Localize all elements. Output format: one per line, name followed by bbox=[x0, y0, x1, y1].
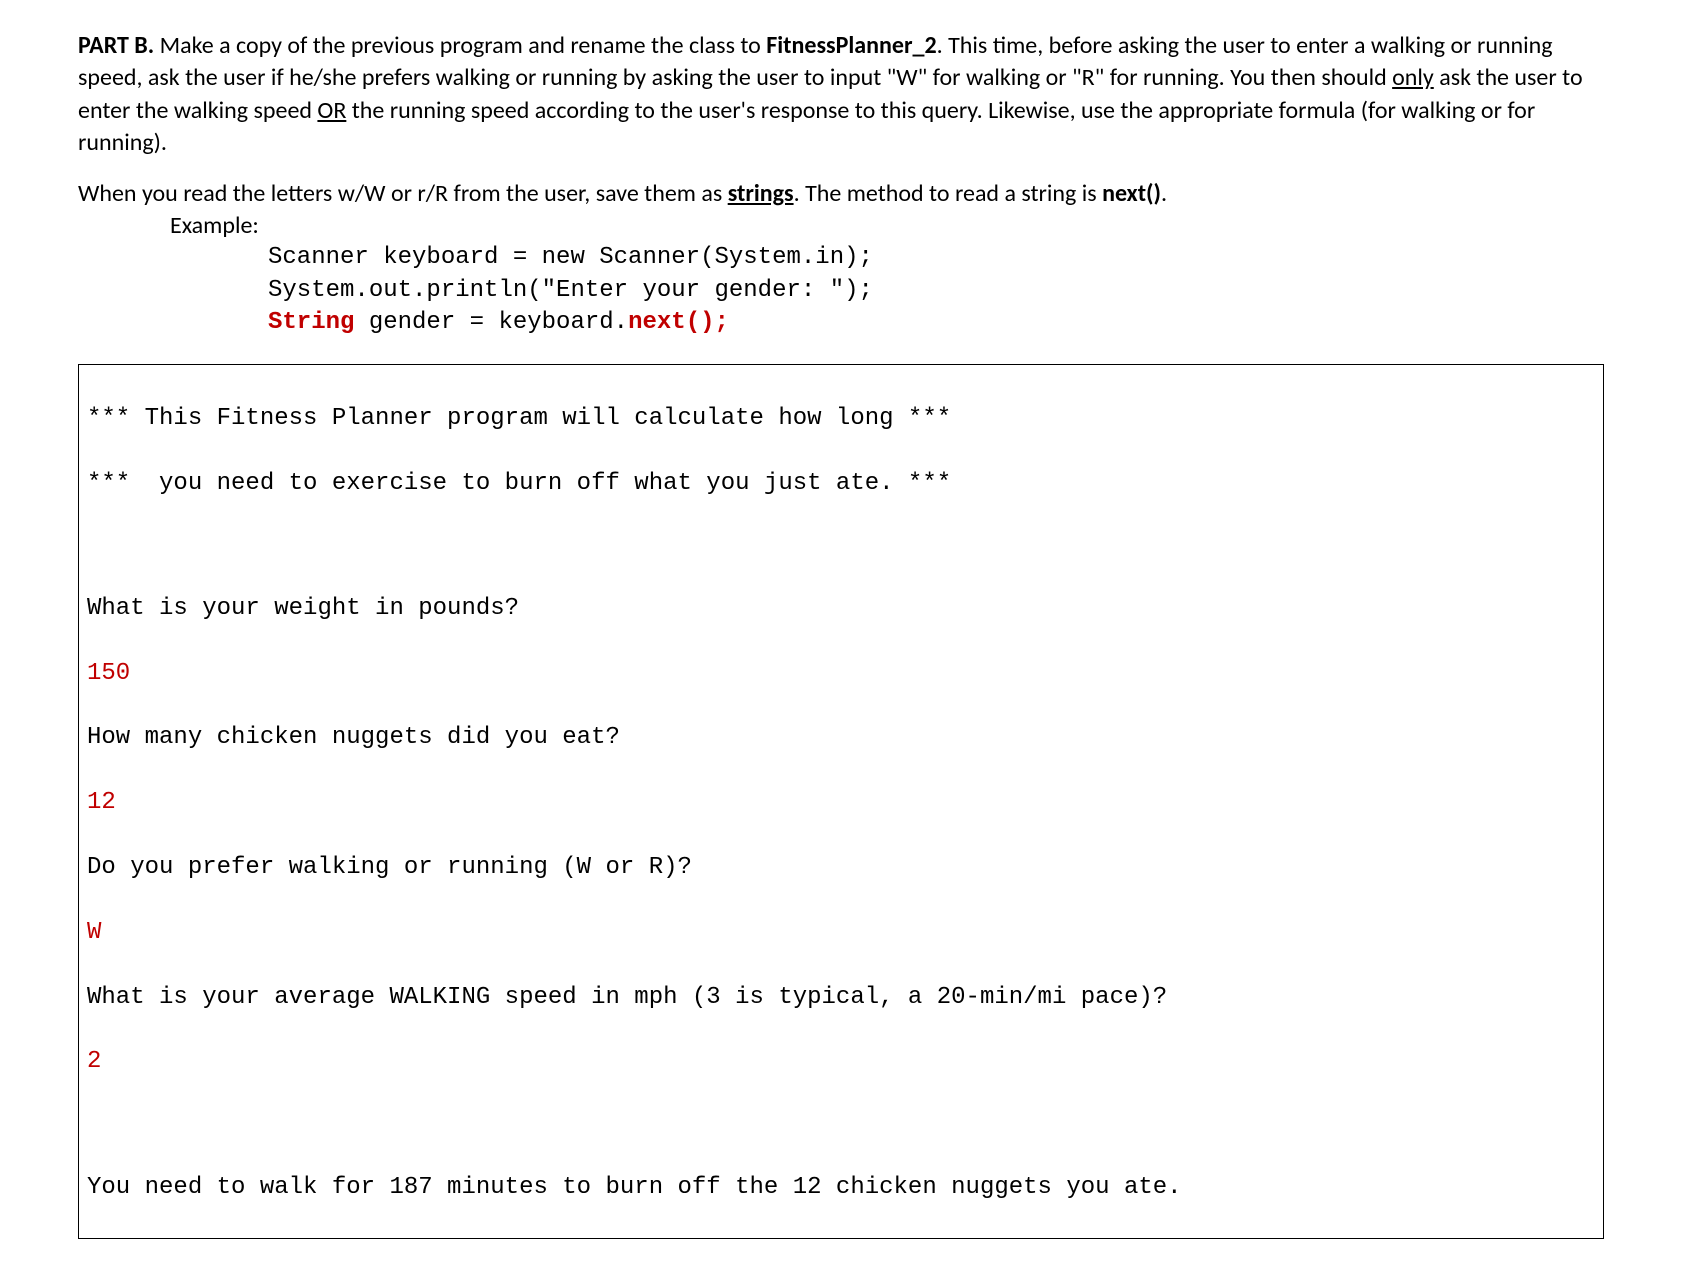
paragraph-2: When you read the letters w/W or r/R fro… bbox=[78, 178, 1604, 340]
next-word: next() bbox=[1102, 179, 1161, 208]
code-line-2: System.out.println("Enter your gender: "… bbox=[268, 275, 1604, 307]
part-label: PART B. bbox=[78, 31, 160, 60]
code-next-call: next(); bbox=[628, 309, 729, 336]
output-blank-1 bbox=[87, 532, 1595, 560]
class-name: FitnessPlanner_2 bbox=[766, 31, 936, 60]
para2-text1: When you read the letters w/W or r/R fro… bbox=[78, 179, 728, 208]
example-label: Example: bbox=[170, 210, 1604, 242]
output-line-2: *** you need to exercise to burn off wha… bbox=[87, 468, 1595, 500]
output-input-2: 12 bbox=[87, 787, 1595, 819]
output-line-4: How many chicken nuggets did you eat? bbox=[87, 722, 1595, 754]
output-input-3: W bbox=[87, 917, 1595, 949]
code-string-keyword: String bbox=[268, 309, 354, 336]
code-line-3b: gender = keyboard. bbox=[354, 309, 628, 336]
para2-text3: . bbox=[1161, 179, 1167, 208]
code-line-3: String gender = keyboard.next(); bbox=[268, 307, 1604, 339]
strings-word: strings bbox=[728, 179, 794, 208]
output-line-7: You need to walk for 187 minutes to burn… bbox=[87, 1172, 1595, 1204]
code-line-1: Scanner keyboard = new Scanner(System.in… bbox=[268, 242, 1604, 274]
only-underline: only bbox=[1392, 63, 1434, 92]
output-input-1: 150 bbox=[87, 658, 1595, 690]
output-line-1: *** This Fitness Planner program will ca… bbox=[87, 403, 1595, 435]
output-line-6: What is your average WALKING speed in mp… bbox=[87, 982, 1595, 1014]
output-input-4: 2 bbox=[87, 1046, 1595, 1078]
para2-text2: . The method to read a string is bbox=[794, 179, 1103, 208]
output-box: *** This Fitness Planner program will ca… bbox=[78, 364, 1604, 1240]
or-underline: OR bbox=[317, 96, 346, 125]
para1-text1: Make a copy of the previous program and … bbox=[160, 31, 767, 60]
paragraph-1: PART B. Make a copy of the previous prog… bbox=[78, 30, 1604, 160]
output-line-3: What is your weight in pounds? bbox=[87, 593, 1595, 625]
output-blank-2 bbox=[87, 1111, 1595, 1139]
output-line-5: Do you prefer walking or running (W or R… bbox=[87, 852, 1595, 884]
